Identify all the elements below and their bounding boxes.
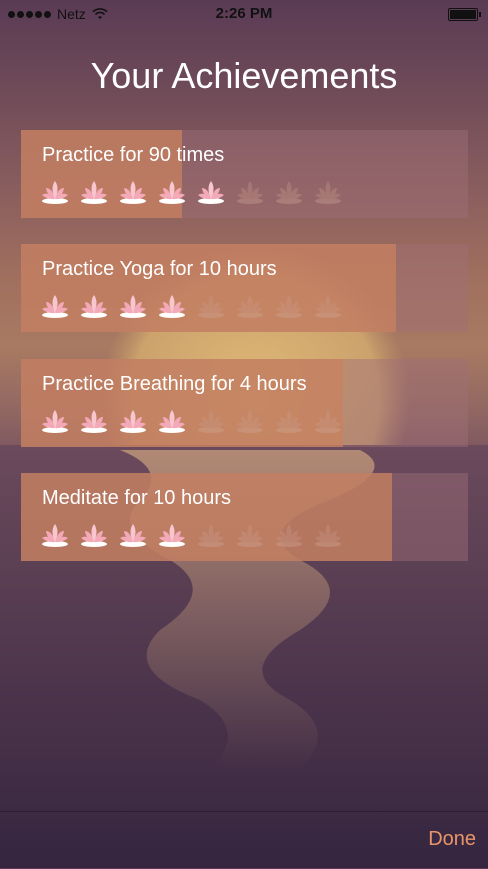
lotus-icon: [274, 407, 304, 435]
achievement-card: Practice Yoga for 10 hours: [21, 244, 468, 332]
lotus-rating: [40, 178, 343, 206]
lotus-rating: [40, 521, 343, 549]
lotus-icon: [313, 407, 343, 435]
achievement-title: Practice Breathing for 4 hours: [42, 373, 307, 395]
lotus-icon: [118, 292, 148, 320]
achievement-title: Practice Yoga for 10 hours: [42, 258, 277, 280]
lotus-icon: [40, 521, 70, 549]
lotus-icon: [157, 407, 187, 435]
lotus-icon: [40, 407, 70, 435]
lotus-icon: [235, 292, 265, 320]
lotus-icon: [274, 521, 304, 549]
bottom-toolbar: [0, 811, 488, 869]
lotus-icon: [118, 521, 148, 549]
lotus-icon: [235, 521, 265, 549]
lotus-icon: [157, 292, 187, 320]
lotus-icon: [79, 521, 109, 549]
lotus-icon: [313, 521, 343, 549]
lotus-icon: [157, 178, 187, 206]
lotus-icon: [40, 292, 70, 320]
lotus-icon: [79, 407, 109, 435]
lotus-icon: [274, 178, 304, 206]
lotus-icon: [118, 407, 148, 435]
lotus-icon: [196, 407, 226, 435]
lotus-rating: [40, 292, 343, 320]
lotus-icon: [40, 178, 70, 206]
page-title: Your Achievements: [90, 55, 398, 96]
lotus-icon: [118, 178, 148, 206]
lotus-icon: [79, 178, 109, 206]
achievement-card: Practice for 90 times: [21, 130, 468, 218]
lotus-icon: [79, 292, 109, 320]
lotus-icon: [196, 178, 226, 206]
battery-icon: [448, 8, 481, 21]
lotus-icon: [313, 292, 343, 320]
done-button[interactable]: Done: [428, 828, 476, 851]
achievement-title: Practice for 90 times: [42, 144, 225, 166]
lotus-icon: [235, 178, 265, 206]
lotus-icon: [196, 292, 226, 320]
lotus-icon: [235, 407, 265, 435]
lotus-icon: [274, 292, 304, 320]
achievement-title: Meditate for 10 hours: [42, 487, 231, 509]
achievement-card: Meditate for 10 hours: [21, 473, 468, 561]
status-time: 2:26 PM: [215, 5, 273, 22]
lotus-icon: [313, 178, 343, 206]
status-bar: Netz 2:26 PM: [0, 0, 488, 28]
achievement-card: Practice Breathing for 4 hours: [21, 359, 468, 447]
lotus-icon: [196, 521, 226, 549]
lotus-icon: [157, 521, 187, 549]
lotus-rating: [40, 407, 343, 435]
